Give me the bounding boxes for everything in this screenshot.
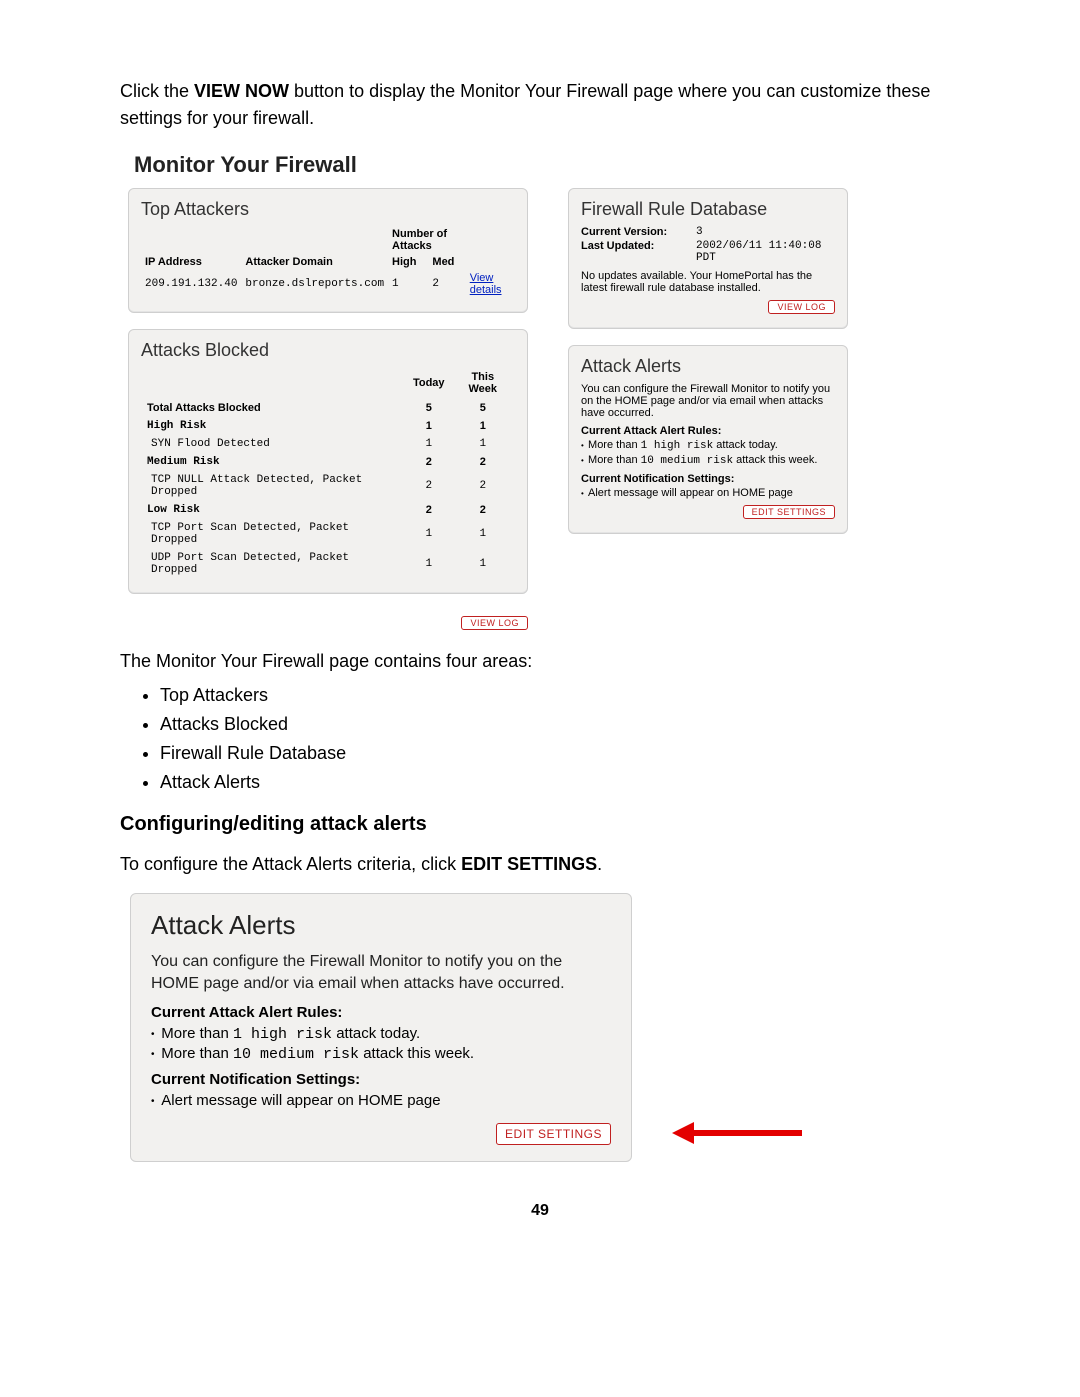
- table-row: Total Attacks Blocked 5 5: [141, 399, 515, 417]
- firewall-rule-db-panel: Firewall Rule Database Current Version: …: [568, 188, 848, 329]
- col-high: High: [388, 254, 428, 270]
- view-log-button[interactable]: VIEW LOG: [461, 616, 528, 630]
- table-row: 209.191.132.40 bronze.dslreports.com 1 2…: [141, 270, 515, 298]
- attack-alerts-large-title: Attack Alerts: [151, 910, 611, 941]
- notif-settings-label: Current Notification Settings:: [581, 473, 835, 485]
- col-ip: IP Address: [141, 254, 241, 270]
- alert-rules-label: Current Attack Alert Rules:: [581, 425, 835, 437]
- attack-alerts-title: Attack Alerts: [581, 356, 835, 377]
- attack-alerts-large-panel: Attack Alerts You can configure the Fire…: [130, 893, 632, 1162]
- table-row: TCP Port Scan Detected, Packet Dropped 1…: [141, 519, 515, 549]
- col-med: Med: [428, 254, 465, 270]
- areas-intro: The Monitor Your Firewall page contains …: [120, 648, 960, 675]
- arrow-icon: [672, 1124, 802, 1142]
- col-today: Today: [407, 367, 451, 399]
- alert-rule-item: More than 10 medium risk attack this wee…: [581, 454, 835, 467]
- table-row: SYN Flood Detected 1 1: [141, 435, 515, 453]
- version-value: 3: [696, 226, 835, 238]
- table-row: Low Risk 2 2: [141, 501, 515, 519]
- table-row: Medium Risk 2 2: [141, 453, 515, 471]
- table-row: TCP NULL Attack Detected, Packet Dropped…: [141, 471, 515, 501]
- list-item: Attacks Blocked: [160, 714, 960, 735]
- firewall-rule-db-title: Firewall Rule Database: [581, 199, 835, 220]
- alert-rule-item: More than 10 medium risk attack this wee…: [151, 1045, 611, 1063]
- updated-value: 2002/06/11 11:40:08 PDT: [696, 240, 835, 264]
- attacks-blocked-title: Attacks Blocked: [141, 340, 515, 361]
- notif-item: Alert message will appear on HOME page: [151, 1092, 611, 1109]
- edit-settings-button[interactable]: EDIT SETTINGS: [496, 1123, 611, 1145]
- attacks-group-header: Number of Attacks: [388, 226, 466, 254]
- list-item: Attack Alerts: [160, 772, 960, 793]
- areas-list: Top Attackers Attacks Blocked Firewall R…: [160, 685, 960, 793]
- col-this-week: This Week: [451, 367, 515, 399]
- top-attackers-title: Top Attackers: [141, 199, 515, 220]
- attacks-blocked-panel: Attacks Blocked Today This Week Total At…: [128, 329, 528, 594]
- view-details-link[interactable]: View details: [470, 272, 502, 296]
- db-note: No updates available. Your HomePortal ha…: [581, 270, 835, 294]
- alert-rule-item: More than 1 high risk attack today.: [151, 1025, 611, 1043]
- edit-settings-button[interactable]: EDIT SETTINGS: [743, 505, 835, 519]
- intro-text: Click the VIEW NOW button to display the…: [120, 78, 960, 132]
- table-row: UDP Port Scan Detected, Packet Dropped 1…: [141, 549, 515, 579]
- alert-rule-item: More than 1 high risk attack today.: [581, 439, 835, 452]
- col-domain: Attacker Domain: [241, 254, 388, 270]
- attack-alerts-large-desc: You can configure the Firewall Monitor t…: [151, 951, 611, 994]
- list-item: Top Attackers: [160, 685, 960, 706]
- list-item: Firewall Rule Database: [160, 743, 960, 764]
- page-title: Monitor Your Firewall: [134, 152, 960, 178]
- config-heading: Configuring/editing attack alerts: [120, 813, 960, 836]
- version-label: Current Version:: [581, 226, 686, 238]
- updated-label: Last Updated:: [581, 240, 686, 264]
- attack-alerts-panel: Attack Alerts You can configure the Fire…: [568, 345, 848, 534]
- view-now-ref: VIEW NOW: [194, 81, 289, 101]
- config-line: To configure the Attack Alerts criteria,…: [120, 854, 960, 875]
- alert-rules-label: Current Attack Alert Rules:: [151, 1004, 611, 1021]
- page-number: 49: [120, 1202, 960, 1220]
- top-attackers-panel: Top Attackers Number of Attacks IP Addre…: [128, 188, 528, 313]
- alerts-desc: You can configure the Firewall Monitor t…: [581, 383, 835, 419]
- view-log-button[interactable]: VIEW LOG: [768, 300, 835, 314]
- notif-settings-label: Current Notification Settings:: [151, 1071, 611, 1088]
- notif-item: Alert message will appear on HOME page: [581, 487, 835, 499]
- table-row: High Risk 1 1: [141, 417, 515, 435]
